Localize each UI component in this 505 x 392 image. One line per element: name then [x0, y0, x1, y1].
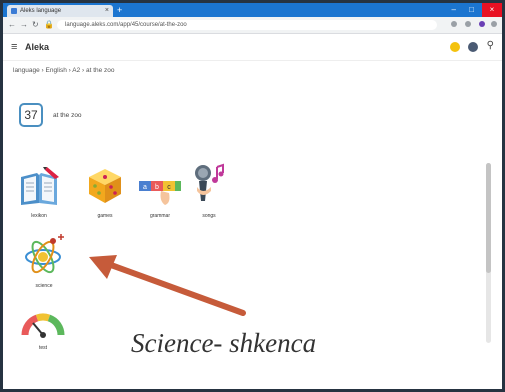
- tab-close-icon[interactable]: ×: [105, 5, 109, 17]
- minimize-icon[interactable]: –: [452, 5, 456, 15]
- star-icon[interactable]: [451, 21, 457, 27]
- activity-label: test: [38, 345, 48, 351]
- reload-icon[interactable]: ↻: [32, 20, 39, 30]
- address-bar: ← → ↻ 🔒 language.aleks.com/app/45/course…: [3, 17, 502, 34]
- lesson-number-badge: 37: [19, 103, 43, 127]
- book-icon: [21, 167, 59, 205]
- app-header: ≡ Aleka ⚲: [3, 34, 502, 61]
- window-close-icon[interactable]: ×: [482, 3, 502, 17]
- activity-tile-test[interactable]: test: [21, 303, 65, 363]
- dice-icon: [89, 169, 121, 203]
- extension-icon[interactable]: [465, 21, 471, 27]
- tab-title: Aleks language: [20, 8, 62, 14]
- activity-label: science: [35, 283, 53, 289]
- svg-text:c: c: [167, 184, 171, 191]
- coins-icon[interactable]: [450, 42, 460, 52]
- activity-label: songs: [202, 213, 216, 219]
- activity-tile-songs[interactable]: songs: [189, 161, 229, 221]
- activity-tile-grammar[interactable]: a b c grammar: [137, 163, 183, 221]
- breadcrumb[interactable]: language › English › A2 › at the zoo: [13, 67, 115, 74]
- grammar-blocks-icon: a b c: [139, 181, 181, 205]
- tab-strip: Aleks language × + – □ ×: [3, 3, 502, 17]
- svg-text:a: a: [143, 184, 147, 191]
- svg-text:b: b: [155, 184, 159, 191]
- url-field[interactable]: language.aleks.com/app/45/course/at-the-…: [57, 20, 437, 30]
- app-logo[interactable]: Aleka: [25, 41, 49, 53]
- gauge-icon: [21, 313, 65, 338]
- microphone-icon: [195, 163, 224, 201]
- maximize-icon[interactable]: □: [469, 5, 474, 15]
- forward-icon[interactable]: →: [20, 20, 28, 30]
- new-tab-icon[interactable]: +: [117, 5, 122, 15]
- profile-icon[interactable]: [479, 21, 485, 27]
- activity-label: lexikon: [31, 213, 47, 219]
- activity-tile-lexikon[interactable]: lexikon: [17, 163, 61, 221]
- lock-icon: 🔒: [44, 20, 54, 29]
- back-icon[interactable]: ←: [8, 20, 16, 30]
- content-scrollbar-thumb[interactable]: [486, 163, 491, 273]
- browser-tab[interactable]: Aleks language ×: [7, 5, 113, 17]
- lesson-title: at the zoo: [53, 112, 82, 119]
- settings-icon[interactable]: [468, 42, 478, 52]
- activity-label: grammar: [149, 213, 170, 219]
- favicon-icon: [11, 8, 17, 14]
- browser-menu-icon[interactable]: [491, 21, 497, 27]
- browser-window: Aleks language × + – □ × ← → ↻ 🔒 languag…: [3, 3, 502, 389]
- atom-icon: [25, 234, 64, 274]
- annotation-caption: Science- shkenca: [131, 328, 317, 358]
- annotation-arrow-icon: [89, 255, 246, 316]
- user-icon[interactable]: ⚲: [487, 40, 494, 52]
- hamburger-menu-icon[interactable]: ≡: [11, 41, 17, 53]
- activity-tile-science[interactable]: science: [21, 231, 67, 293]
- activity-tile-games[interactable]: games: [83, 163, 127, 221]
- activity-label: games: [97, 213, 113, 219]
